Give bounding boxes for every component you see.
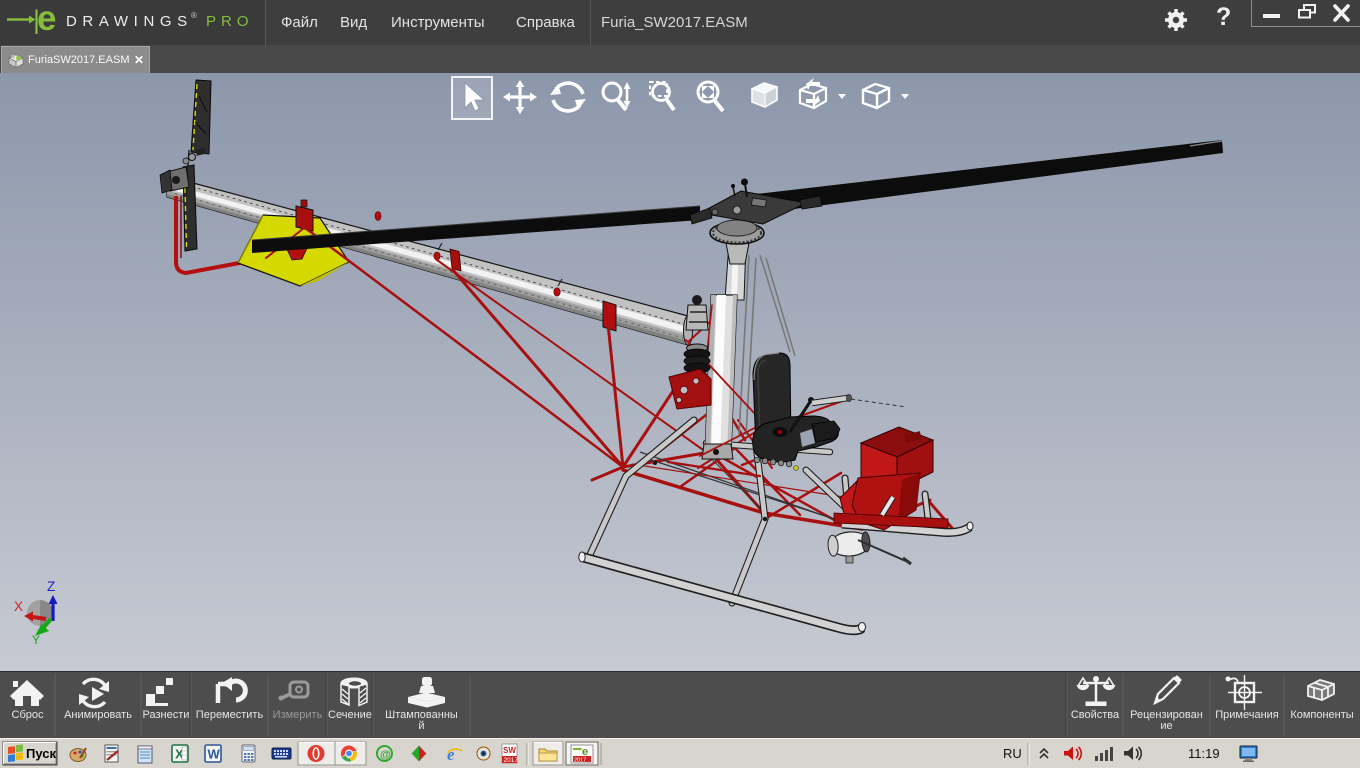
svg-text:2017: 2017	[574, 758, 586, 764]
svg-text:®: ®	[191, 11, 197, 20]
svg-text:Y: Y	[32, 633, 40, 647]
svg-text:X: X	[14, 599, 23, 614]
svg-text:PRO: PRO	[206, 13, 254, 30]
svg-text:DRAWINGS: DRAWINGS	[66, 13, 193, 30]
svg-text:Пуск: Пуск	[26, 746, 56, 761]
svg-text:Z: Z	[47, 579, 55, 594]
svg-text:11:19: 11:19	[1188, 746, 1220, 761]
svg-text:RU: RU	[1003, 746, 1022, 761]
svg-text:@: @	[380, 749, 391, 761]
svg-text:2017: 2017	[504, 757, 519, 764]
svg-text:e: e	[37, 0, 56, 38]
svg-text:W: W	[208, 747, 221, 762]
svg-text:SW: SW	[503, 746, 516, 755]
svg-text:e: e	[447, 745, 455, 764]
